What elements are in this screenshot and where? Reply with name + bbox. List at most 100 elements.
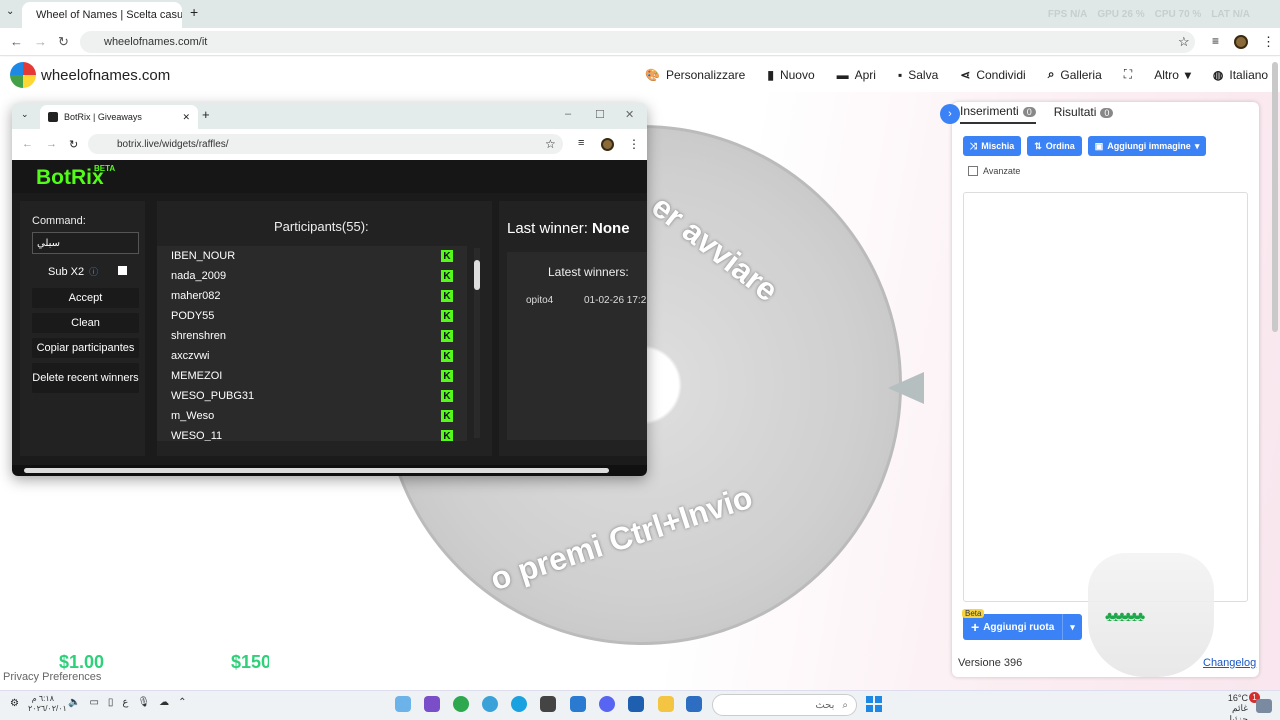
accept-button[interactable]: Accept	[32, 288, 139, 308]
copy-participants-button[interactable]: Copiar participantes	[32, 338, 139, 358]
menu-share[interactable]: ⋖ Condividi	[960, 67, 1025, 82]
weather-icon[interactable]	[1256, 699, 1272, 713]
taskbar-edge-icon[interactable]	[511, 696, 527, 712]
menu-new[interactable]: ▮ Nuovo	[767, 67, 814, 82]
taskbar-app-2-icon[interactable]	[424, 696, 440, 712]
clean-button[interactable]: Clean	[32, 313, 139, 333]
menu-save[interactable]: ▪ Salva	[898, 67, 938, 82]
minimize-icon[interactable]: –	[565, 108, 571, 120]
media-control-icon[interactable]: ≡	[578, 137, 584, 149]
network-icon[interactable]: ▭	[89, 697, 98, 708]
site-menu: 🎨 Personalizzare ▮ Nuovo ▬ Apri ▪ Salva ⋖ Con…	[645, 67, 1268, 82]
battery-icon[interactable]: ▯	[108, 697, 114, 708]
taskbar-chrome-icon[interactable]	[453, 696, 469, 712]
cloud-icon[interactable]: ☁	[159, 697, 169, 708]
last-winner-label: Last winner:	[507, 220, 588, 237]
list-item: shrenshren K	[157, 326, 467, 346]
last-winner-value: None	[592, 220, 630, 237]
scrollbar-thumb[interactable]	[474, 260, 480, 290]
profile-avatar[interactable]	[1234, 35, 1248, 49]
browser-tab-wheelofnames[interactable]: Wheel of Names | Scelta casual ✕	[22, 2, 182, 28]
shuffle-button[interactable]: ⤨ Mischia	[963, 136, 1022, 156]
speaker-icon[interactable]: 🔈	[68, 697, 80, 708]
sort-button[interactable]: ⇅ Ordina	[1027, 136, 1082, 156]
info-icon[interactable]: ⓘ	[89, 265, 98, 278]
reload-icon[interactable]: ↻	[58, 34, 69, 50]
command-input[interactable]	[32, 232, 139, 254]
bookmark-star-icon[interactable]: ☆	[545, 137, 556, 151]
botrix-address-bar[interactable]: botrix.live/widgets/raffles/	[88, 134, 563, 154]
privacy-preferences-link[interactable]: Privacy Preferences	[3, 671, 101, 683]
menu-gallery[interactable]: ⌕ Galleria	[1048, 67, 1102, 82]
address-bar[interactable]: wheelofnames.com/it	[80, 31, 1195, 53]
participants-list: IBEN_NOUR K nada_2009 K maher082 K PODY55 K …	[157, 246, 467, 441]
advanced-checkbox[interactable]	[968, 166, 978, 176]
tab-results[interactable]: Risultati 0	[1054, 105, 1114, 123]
menu-customize[interactable]: 🎨 Personalizzare	[645, 67, 745, 82]
sub-x2-checkbox[interactable]	[118, 266, 127, 275]
file-icon: ▮	[767, 67, 774, 82]
list-item: maher082 K	[157, 286, 467, 306]
taskbar-app-1-icon[interactable]	[395, 696, 411, 712]
entries-textarea[interactable]	[963, 192, 1248, 602]
horizontal-scrollbar[interactable]	[12, 465, 647, 476]
close-window-icon[interactable]: ✕	[625, 108, 634, 121]
add-wheel-dropdown-icon[interactable]: ▾	[1062, 614, 1082, 640]
add-image-button[interactable]: ▣ Aggiungi immagine ▾	[1087, 136, 1207, 156]
tray-expand-icon[interactable]: ⌃	[178, 697, 186, 708]
delete-recent-winners-button[interactable]: Delete recent winners	[32, 363, 139, 393]
forward-icon[interactable]: →	[46, 138, 57, 150]
participants-scrollbar[interactable]	[474, 248, 480, 438]
reload-icon[interactable]: ↻	[69, 138, 78, 151]
tab-entries-label: Inserimenti	[960, 104, 1019, 118]
participant-name: m_Weso	[171, 410, 215, 422]
taskbar-discord-icon[interactable]	[599, 696, 615, 712]
wheelofnames-logo-icon[interactable]	[10, 62, 36, 88]
microphone-icon[interactable]: 🎙	[137, 697, 150, 708]
bookmark-star-icon[interactable]: ☆	[1178, 34, 1190, 50]
taskbar-app-6-icon[interactable]	[540, 696, 556, 712]
taskbar-chrome-profile-icon[interactable]	[482, 696, 498, 712]
profile-avatar[interactable]	[601, 138, 614, 151]
taskbar-store-icon[interactable]	[628, 696, 644, 712]
new-tab-icon[interactable]: +	[202, 107, 210, 122]
advanced-option[interactable]: Avanzate	[968, 166, 1020, 176]
participant-name: nada_2009	[171, 270, 227, 282]
browser-menu-icon[interactable]: ⋮	[628, 137, 640, 151]
kick-icon: K	[441, 310, 453, 322]
list-item: WESO_PUBG31 K	[157, 386, 467, 406]
menu-more[interactable]: Altro ▾	[1154, 67, 1191, 82]
menu-open[interactable]: ▬ Apri	[837, 67, 876, 82]
new-tab-icon[interactable]: +	[190, 4, 198, 20]
media-control-icon[interactable]: ≡	[1212, 34, 1219, 48]
back-icon[interactable]: ←	[22, 138, 33, 150]
entries-tabs: › Inserimenti 0 Risultati 0	[940, 104, 1114, 124]
last-winner: Last winner: None	[507, 220, 630, 237]
winner-date: 01-02-26 17:2	[584, 295, 647, 306]
changelog-link[interactable]: Changelog	[1203, 657, 1256, 669]
scrollbar-thumb[interactable]	[24, 468, 609, 473]
forward-icon[interactable]: →	[34, 34, 47, 49]
page-scrollbar[interactable]	[1272, 62, 1278, 332]
taskbar-app-11-icon[interactable]	[686, 696, 702, 712]
windows-start-icon[interactable]	[866, 696, 882, 712]
taskbar-app-7-icon[interactable]	[570, 696, 586, 712]
weather-widget[interactable]: 16°C غائم جزئيا	[1214, 693, 1248, 720]
notification-icon[interactable]: ⚙	[10, 698, 19, 709]
menu-language[interactable]: ◍ Italiano	[1213, 67, 1268, 82]
language-indicator[interactable]: ع	[122, 697, 128, 708]
collapse-panel-icon[interactable]: ›	[940, 104, 960, 124]
back-icon[interactable]: ←	[10, 34, 23, 49]
site-brand[interactable]: wheelofnames.com	[41, 67, 170, 84]
tab-list-chevron-icon[interactable]: ⌄	[6, 6, 14, 17]
botrix-tab[interactable]: BotRix | Giveaways ✕	[40, 105, 198, 129]
tab-entries[interactable]: Inserimenti 0	[960, 104, 1036, 124]
fullscreen-icon[interactable]: ⛶	[1124, 67, 1132, 82]
tab-list-chevron-icon[interactable]: ⌄	[21, 109, 29, 120]
clock[interactable]: ٦:١٨ م ٢٠٢٦/٠٢/٠١	[28, 694, 67, 714]
browser-menu-icon[interactable]: ⋮	[1262, 34, 1275, 50]
taskbar-file-explorer-icon[interactable]	[658, 696, 674, 712]
taskbar-search[interactable]: بحث ⌕	[712, 694, 857, 716]
close-tab-icon[interactable]: ✕	[182, 112, 190, 123]
maximize-icon[interactable]: ☐	[595, 108, 605, 121]
